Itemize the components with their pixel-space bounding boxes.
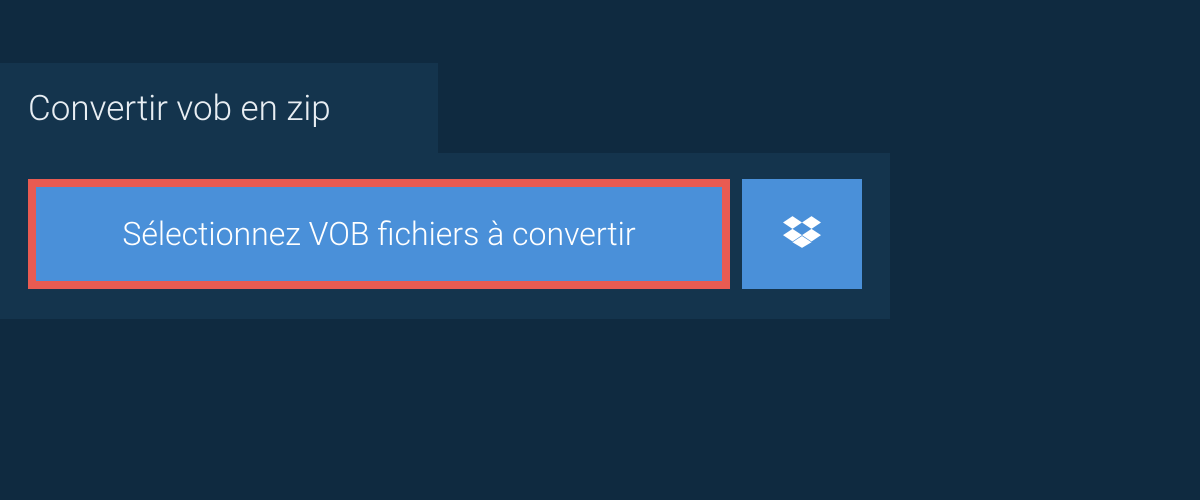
tab-convert[interactable]: Convertir vob en zip — [0, 63, 438, 153]
select-files-label: Sélectionnez VOB fichiers à convertir — [122, 215, 635, 253]
dropbox-button[interactable] — [742, 179, 862, 289]
select-files-button[interactable]: Sélectionnez VOB fichiers à convertir — [28, 179, 730, 289]
upload-panel: Sélectionnez VOB fichiers à convertir — [0, 153, 890, 319]
dropbox-icon — [783, 213, 821, 255]
tab-label: Convertir vob en zip — [28, 88, 331, 129]
